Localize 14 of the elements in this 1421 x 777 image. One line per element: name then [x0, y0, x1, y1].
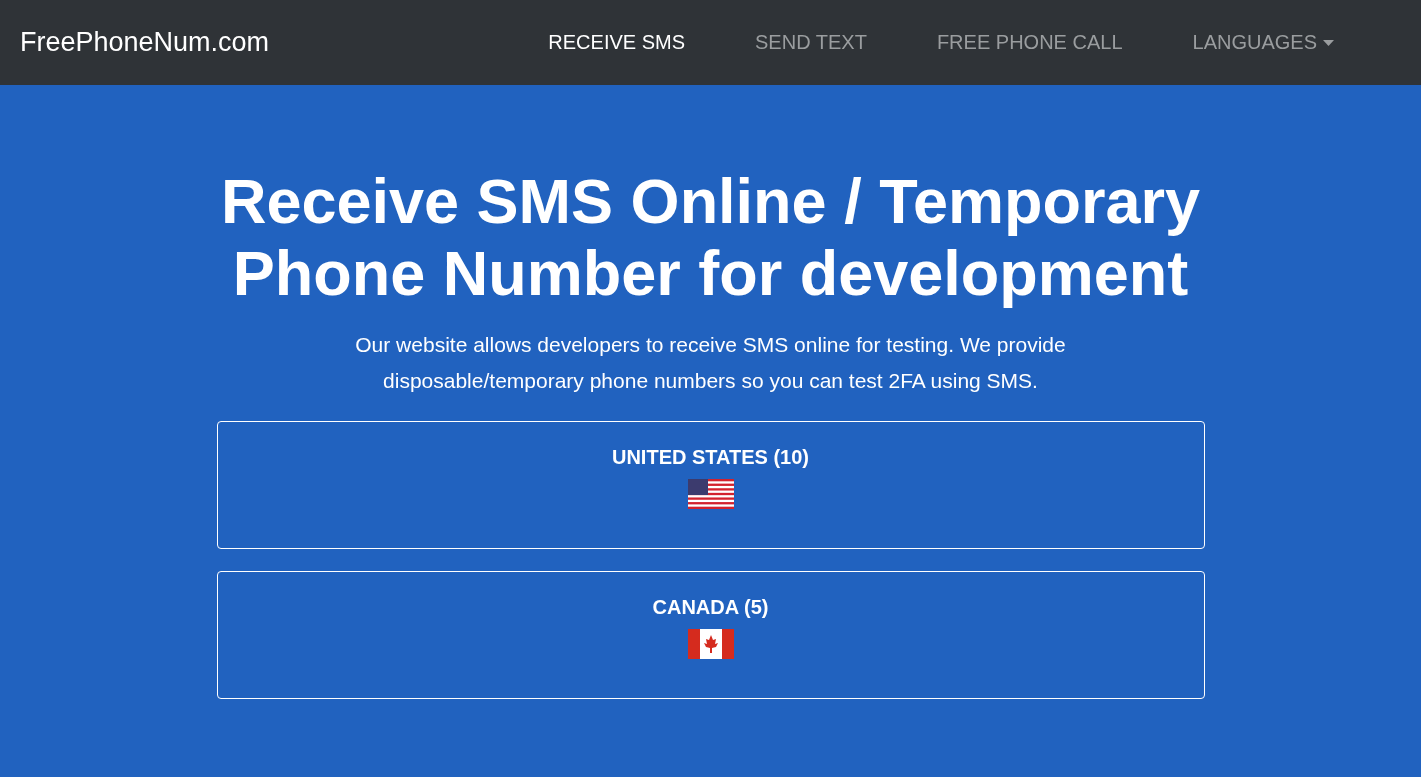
- nav-link[interactable]: LANGUAGES: [1157, 31, 1369, 54]
- flag-icon: [687, 629, 734, 659]
- site-logo[interactable]: FreePhoneNum.com: [20, 27, 270, 58]
- flag-icon: [687, 479, 734, 509]
- nav-link[interactable]: RECEIVE SMS: [513, 31, 721, 54]
- country-name: CANADA (5): [652, 596, 769, 619]
- country-card[interactable]: CANADA (5): [216, 571, 1205, 699]
- nav-link[interactable]: SEND TEXT: [720, 31, 902, 54]
- hero-title: Receive SMS Online / Temporary Phone Number for development: [219, 165, 1202, 309]
- nav-link[interactable]: FREE PHONE CALL: [901, 31, 1158, 54]
- country-card[interactable]: UNITED STATES (10): [216, 421, 1205, 549]
- country-name: UNITED STATES (10): [611, 446, 810, 469]
- caret-icon: [1323, 39, 1334, 46]
- hero-description: Our website allows developers to receive SMS online for testing. We provide disposable/temporary phone numbers so you can test 2FA using SMS.: [354, 332, 1067, 394]
